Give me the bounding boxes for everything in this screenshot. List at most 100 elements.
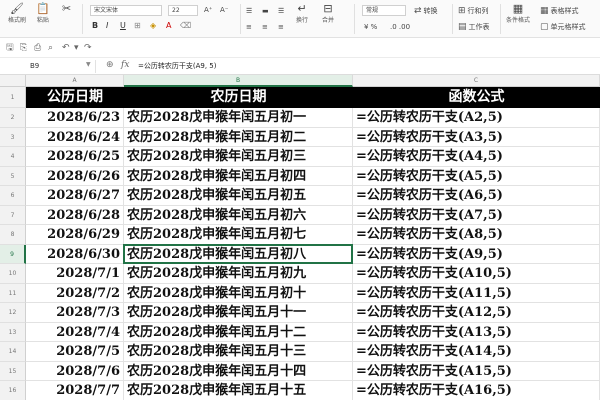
formula-input[interactable]: =公历转农历干支(A9, 5) [138,61,216,72]
align-top-icon[interactable]: ☰ [246,6,252,16]
print-preview-icon[interactable]: ⌕ [48,42,53,54]
table-cell[interactable]: 2028/7/4 [26,322,124,342]
row-header[interactable]: 12 [0,303,26,323]
table-cell[interactable]: 2028/7/7 [26,381,124,400]
row-header[interactable]: 13 [0,322,26,342]
format-painter-button[interactable]: 🖌 格式刷 [8,2,26,25]
redo-icon[interactable]: ↷ [84,42,92,54]
table-cell[interactable]: 农历2028戊申猴年闰五月十五 [124,381,353,400]
align-middle-icon[interactable]: ▬ [262,6,269,16]
table-style-button[interactable]: ▦ 表格样式 [540,6,579,16]
table-cell[interactable]: 农历2028戊申猴年闰五月初一 [124,108,353,128]
row-header[interactable]: 9 [0,244,26,264]
table-cell[interactable]: 农历2028戊申猴年闰五月初四 [124,166,353,186]
row-header[interactable]: 1 [0,87,26,108]
save-icon[interactable]: 🖫 [6,42,14,54]
row-header[interactable]: 2 [0,108,26,128]
table-cell[interactable]: 2028/7/3 [26,303,124,323]
worksheet-button[interactable]: ▤ 工作表 [458,22,490,32]
merge-cells-button[interactable]: ⊟ 合并 [322,2,334,25]
cut-button[interactable]: ✂ [62,2,71,16]
row-header[interactable]: 6 [0,186,26,206]
table-cell[interactable]: 2028/6/25 [26,147,124,167]
table-cell[interactable]: =公历转农历干支(A3,5) [353,127,600,147]
border-icon[interactable]: ⊞ [134,21,141,31]
undo-icon[interactable]: ↶ [62,42,70,54]
table-cell[interactable]: 农历2028戊申猴年闰五月十三 [124,342,353,362]
table-cell[interactable]: =公历转农历干支(A11,5) [353,283,600,303]
table-cell[interactable]: 农历2028戊申猴年闰五月初十 [124,283,353,303]
table-cell[interactable]: 2028/6/24 [26,127,124,147]
table-cell[interactable]: =公历转农历干支(A8,5) [353,225,600,245]
table-cell[interactable]: 2028/6/30 [26,244,124,264]
row-header[interactable]: 4 [0,147,26,167]
header-cell[interactable]: 函数公式 [353,87,600,108]
underline-button[interactable]: U [120,21,126,31]
select-all-corner[interactable] [0,75,26,87]
convert-button[interactable]: ⇄ 转换 [414,6,438,16]
table-cell[interactable]: 2028/6/29 [26,225,124,245]
table-cell[interactable]: 2028/7/6 [26,361,124,381]
table-cell[interactable]: 2028/6/27 [26,186,124,206]
row-col-button[interactable]: ⊞ 行和列 [458,6,489,16]
table-cell[interactable]: =公历转农历干支(A15,5) [353,361,600,381]
table-cell[interactable]: 2028/7/5 [26,342,124,362]
table-cell[interactable]: =公历转农历干支(A7,5) [353,205,600,225]
table-cell[interactable]: 农历2028戊申猴年闰五月十二 [124,322,353,342]
undo-dropdown-icon[interactable]: ▾ [74,42,79,54]
row-header[interactable]: 10 [0,264,26,284]
align-left-icon[interactable]: ≡ [246,22,252,32]
table-cell[interactable]: =公历转农历干支(A12,5) [353,303,600,323]
function-icon[interactable]: fx [121,60,129,70]
row-header[interactable]: 3 [0,127,26,147]
column-header-c[interactable]: C [353,75,600,87]
table-cell[interactable]: 农历2028戊申猴年闰五月初三 [124,147,353,167]
table-cell[interactable]: =公历转农历干支(A5,5) [353,166,600,186]
bold-button[interactable]: B [92,21,98,31]
decimal-icon[interactable]: .0 .00 [390,22,410,32]
font-size-select[interactable]: 22 [168,5,198,16]
table-cell[interactable]: 2028/7/2 [26,283,124,303]
cell-style-button[interactable]: ▢ 单元格样式 [540,22,586,32]
font-shrink-icon[interactable]: A⁻ [220,5,228,15]
paste-button[interactable]: 📋 粘贴 [36,2,50,25]
align-right-icon[interactable]: ≡ [278,22,284,32]
table-cell[interactable]: =公历转农历干支(A10,5) [353,264,600,284]
table-cell[interactable]: 2028/6/23 [26,108,124,128]
header-cell[interactable]: 农历日期 [124,87,353,108]
currency-icon[interactable]: ¥ % [364,22,377,32]
table-cell[interactable]: 2028/6/28 [26,205,124,225]
clear-format-icon[interactable]: ⌫ [180,21,191,31]
font-name-select[interactable]: 宋文宋体 [90,5,162,16]
column-header-a[interactable]: A [26,75,124,87]
conditional-format-button[interactable]: ▦ 条件格式 [506,2,530,25]
font-grow-icon[interactable]: A⁺ [204,5,212,15]
table-cell[interactable]: =公历转农历干支(A6,5) [353,186,600,206]
zoom-icon[interactable]: ⊕ [106,60,114,70]
table-cell[interactable]: 农历2028戊申猴年闰五月初六 [124,205,353,225]
wrap-text-button[interactable]: ↵ 换行 [296,2,308,25]
font-color-icon[interactable]: A [166,21,171,31]
table-cell[interactable]: =公历转农历干支(A16,5) [353,381,600,400]
table-cell[interactable]: 农历2028戊申猴年闰五月初五 [124,186,353,206]
table-cell[interactable]: =公历转农历干支(A9,5) [353,244,600,264]
table-cell[interactable]: 2028/7/1 [26,264,124,284]
table-cell[interactable]: 农历2028戊申猴年闰五月十一 [124,303,353,323]
table-cell[interactable]: 农历2028戊申猴年闰五月初二 [124,127,353,147]
table-cell[interactable]: 农历2028戊申猴年闰五月初九 [124,264,353,284]
row-header[interactable]: 16 [0,381,26,400]
header-cell[interactable]: 公历日期 [26,87,124,108]
align-bottom-icon[interactable]: ☰ [278,6,284,16]
table-cell[interactable]: =公历转农历干支(A2,5) [353,108,600,128]
table-cell[interactable]: 农历2028戊申猴年闰五月初七 [124,225,353,245]
align-center-icon[interactable]: ≡ [262,22,268,32]
row-header[interactable]: 7 [0,205,26,225]
chevron-down-icon[interactable]: ▼ [86,61,91,68]
row-header[interactable]: 11 [0,283,26,303]
row-header[interactable]: 14 [0,342,26,362]
print-icon[interactable]: ⎙ [34,42,41,54]
table-cell[interactable]: 2028/6/26 [26,166,124,186]
row-header[interactable]: 5 [0,166,26,186]
table-cell[interactable]: =公历转农历干支(A4,5) [353,147,600,167]
column-header-b[interactable]: B [124,75,353,87]
